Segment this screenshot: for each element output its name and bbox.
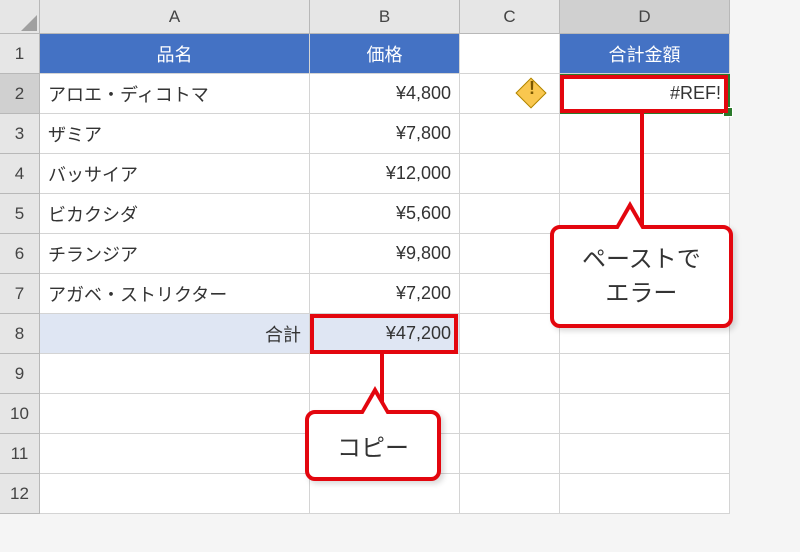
cell-b3[interactable]: ¥7,800 (310, 114, 460, 154)
cell-c9[interactable] (460, 354, 560, 394)
cell-a10[interactable] (40, 394, 310, 434)
row-header-6[interactable]: 6 (0, 234, 40, 274)
row-header-4[interactable]: 4 (0, 154, 40, 194)
error-trace-icon[interactable]: ! (518, 80, 546, 108)
row-header-3[interactable]: 3 (0, 114, 40, 154)
cell-c1[interactable] (460, 34, 560, 74)
cell-d11[interactable] (560, 434, 730, 474)
cell-a8-total-label[interactable]: 合計 (40, 314, 310, 354)
cell-b6[interactable]: ¥9,800 (310, 234, 460, 274)
row-header-7[interactable]: 7 (0, 274, 40, 314)
cell-c10[interactable] (460, 394, 560, 434)
row-header-2[interactable]: 2 (0, 74, 40, 114)
cell-a6[interactable]: チランジア (40, 234, 310, 274)
row-header-9[interactable]: 9 (0, 354, 40, 394)
cell-d1-header[interactable]: 合計金額 (560, 34, 730, 74)
cell-d10[interactable] (560, 394, 730, 434)
col-header-d[interactable]: D (560, 0, 730, 34)
cell-c7[interactable] (460, 274, 560, 314)
cell-d12[interactable] (560, 474, 730, 514)
cell-c6[interactable] (460, 234, 560, 274)
row-header-8[interactable]: 8 (0, 314, 40, 354)
cell-d2-selected[interactable]: #REF! (560, 74, 730, 114)
callout-copy: コピー (305, 410, 441, 481)
col-header-c[interactable]: C (460, 0, 560, 34)
col-header-b[interactable]: B (310, 0, 460, 34)
row-header-5[interactable]: 5 (0, 194, 40, 234)
cell-c5[interactable] (460, 194, 560, 234)
row-header-1[interactable]: 1 (0, 34, 40, 74)
cell-a5[interactable]: ビカクシダ (40, 194, 310, 234)
cell-a7[interactable]: アガベ・ストリクター (40, 274, 310, 314)
cell-b8-total-value[interactable]: ¥47,200 (310, 314, 460, 354)
cell-c12[interactable] (460, 474, 560, 514)
cell-a12[interactable] (40, 474, 310, 514)
cell-a3[interactable]: ザミア (40, 114, 310, 154)
cell-a9[interactable] (40, 354, 310, 394)
cell-b7[interactable]: ¥7,200 (310, 274, 460, 314)
cell-b4[interactable]: ¥12,000 (310, 154, 460, 194)
callout-paste-error: ペーストでエラー (550, 225, 733, 328)
cell-d4[interactable] (560, 154, 730, 194)
cell-d9[interactable] (560, 354, 730, 394)
cell-b5[interactable]: ¥5,600 (310, 194, 460, 234)
col-header-a[interactable]: A (40, 0, 310, 34)
exclamation-icon: ! (518, 78, 546, 99)
row-header-12[interactable]: 12 (0, 474, 40, 514)
select-all-corner[interactable] (0, 0, 40, 34)
row-header-10[interactable]: 10 (0, 394, 40, 434)
cell-b1-header[interactable]: 価格 (310, 34, 460, 74)
cell-c3[interactable] (460, 114, 560, 154)
row-header-11[interactable]: 11 (0, 434, 40, 474)
cell-c8[interactable] (460, 314, 560, 354)
cell-a2[interactable]: アロエ・ディコトマ (40, 74, 310, 114)
cell-c4[interactable] (460, 154, 560, 194)
cell-a4[interactable]: バッサイア (40, 154, 310, 194)
cell-a11[interactable] (40, 434, 310, 474)
cell-c11[interactable] (460, 434, 560, 474)
cell-b2[interactable]: ¥4,800 (310, 74, 460, 114)
cell-d3[interactable] (560, 114, 730, 154)
cell-a1-header[interactable]: 品名 (40, 34, 310, 74)
